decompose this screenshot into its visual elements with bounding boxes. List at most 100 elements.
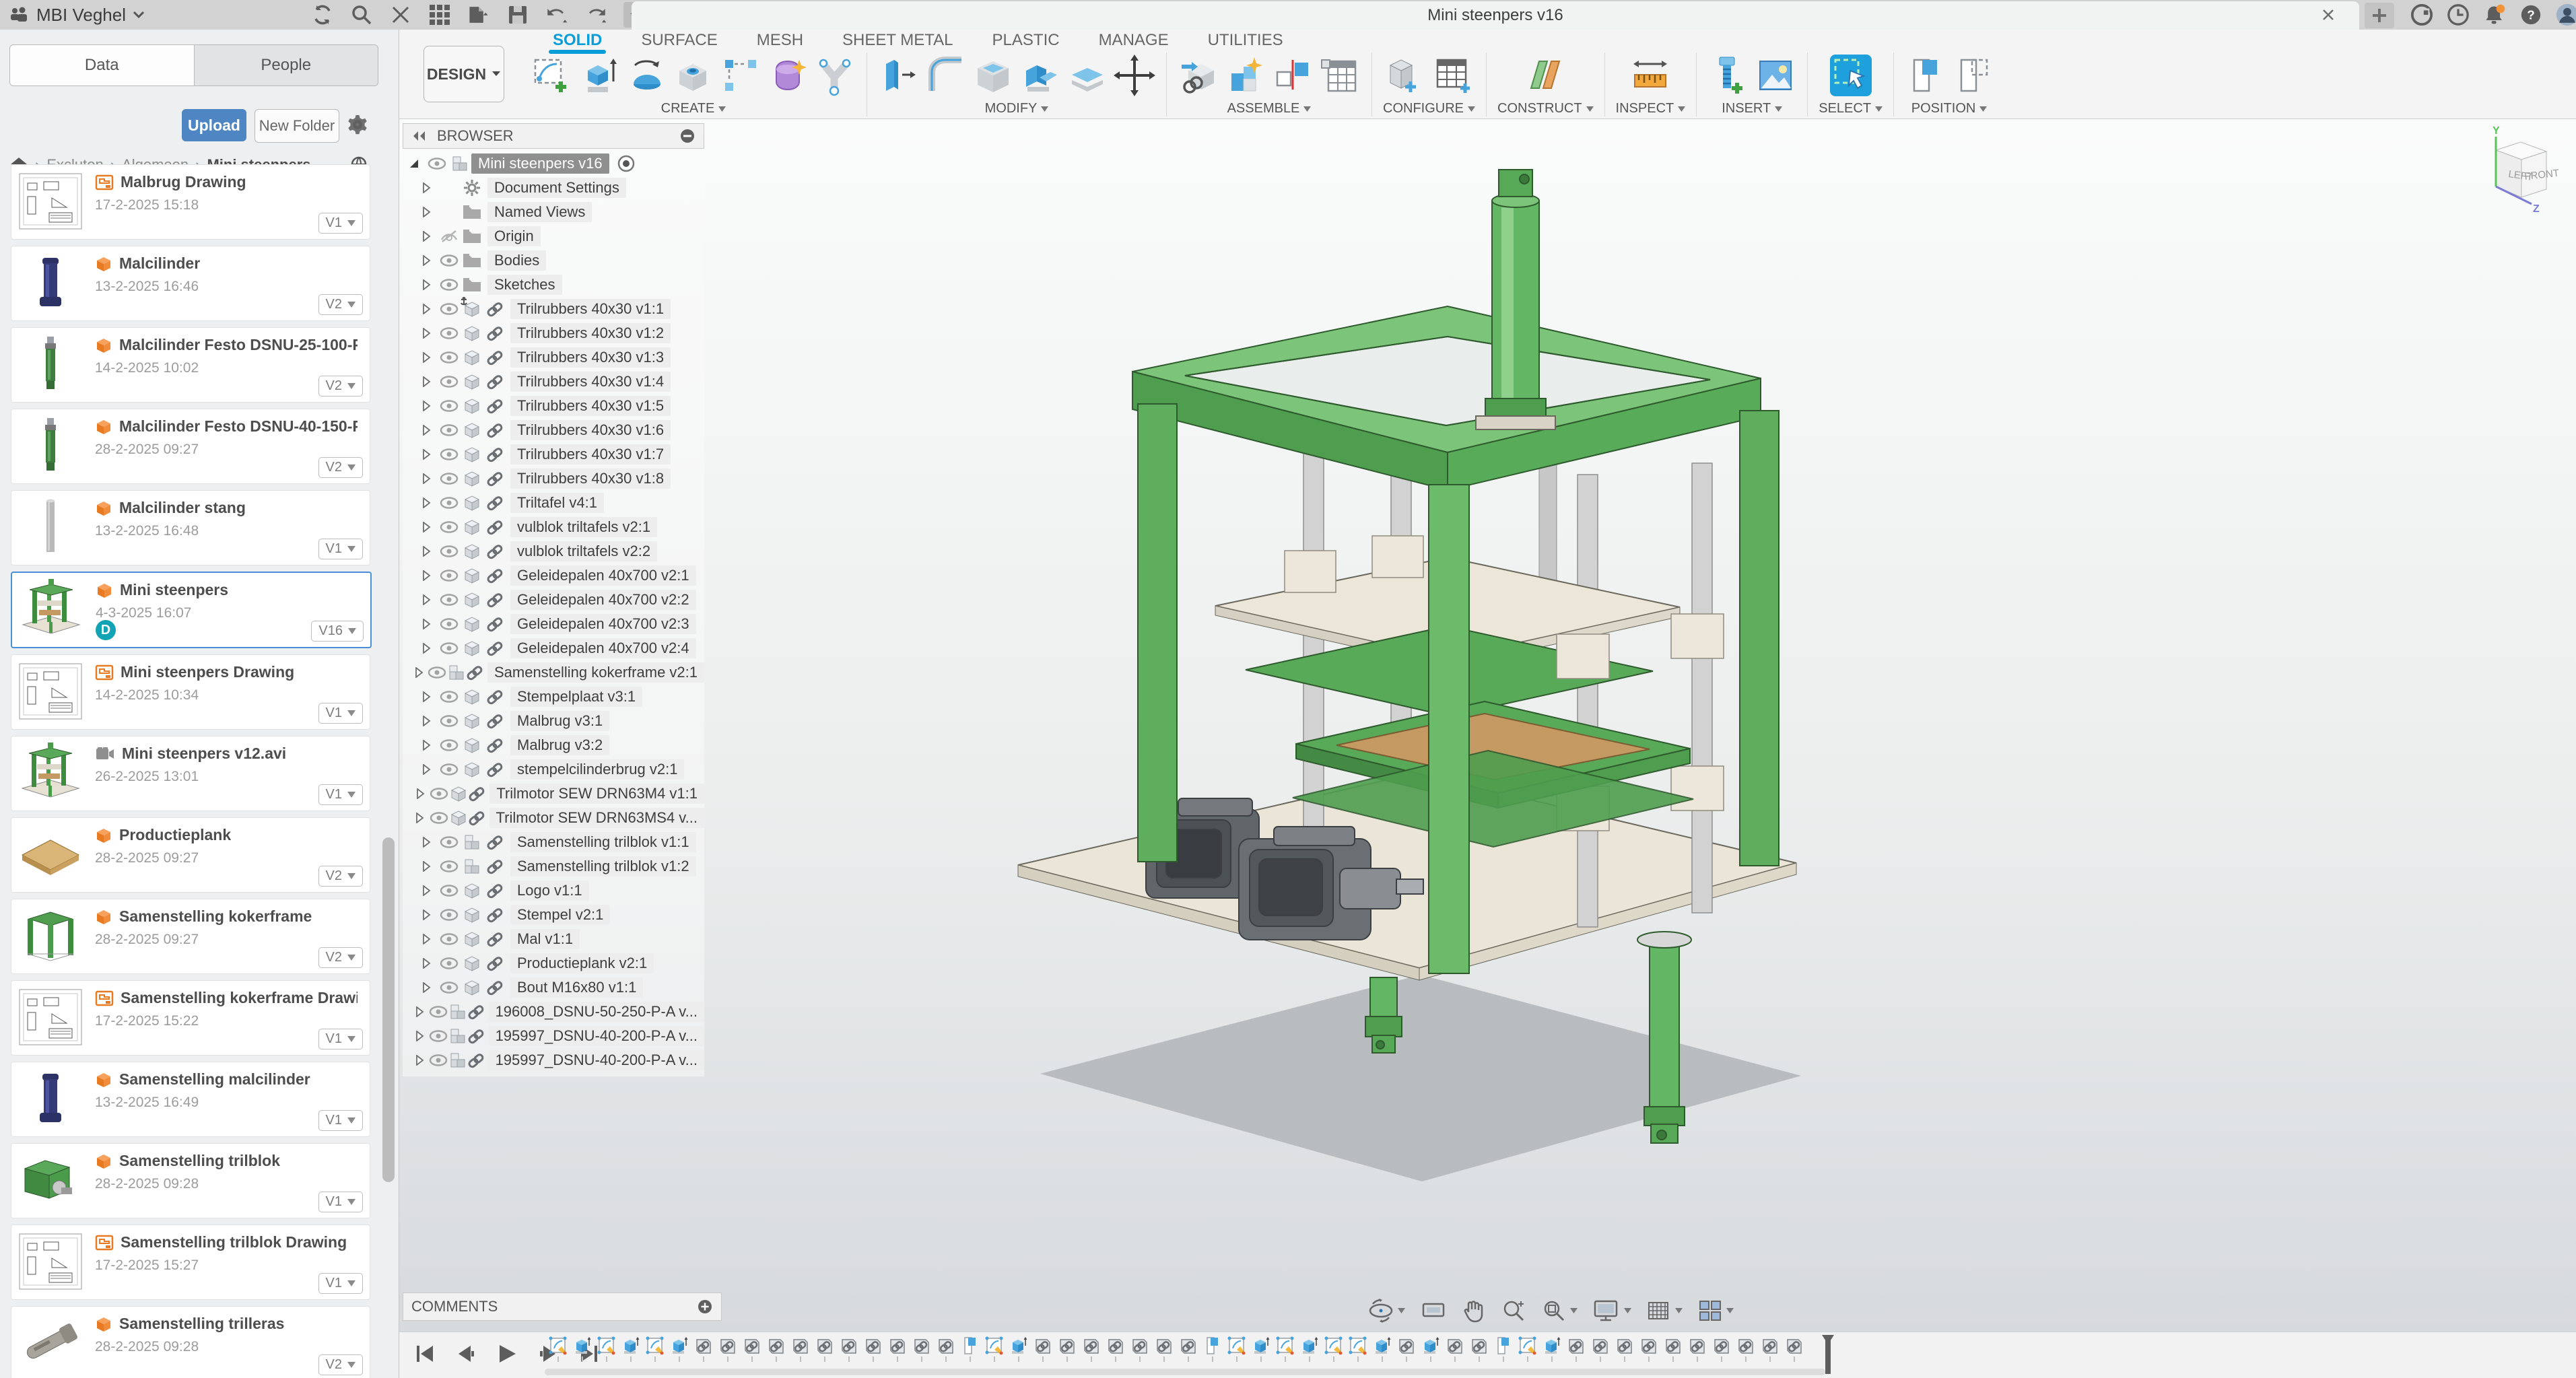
expand-arrow-icon[interactable] [415, 425, 438, 436]
version-dropdown[interactable]: V1 [318, 213, 363, 234]
hole-icon[interactable] [673, 55, 714, 96]
expand-arrow-icon[interactable] [415, 546, 438, 557]
timeline-link-feature[interactable] [888, 1336, 906, 1362]
step-back-icon[interactable] [454, 1343, 477, 1365]
expand-arrow-icon[interactable] [415, 182, 438, 193]
expand-arrow-icon[interactable] [415, 352, 438, 363]
version-dropdown[interactable]: V1 [318, 1192, 363, 1212]
expand-arrow-icon[interactable] [415, 643, 438, 654]
visibility-eye-icon[interactable] [438, 859, 461, 874]
browser-row[interactable]: Malbrug v3:2 [403, 733, 704, 757]
file-card[interactable]: Samenstelling trilleras 28-2-2025 09:28 … [11, 1306, 370, 1378]
ribbon-tab-mesh[interactable]: MESH [754, 31, 806, 51]
revolve-icon[interactable] [625, 55, 667, 96]
browser-row[interactable]: vulblok triltafels v2:2 [403, 539, 704, 563]
visibility-eye-icon[interactable] [438, 956, 461, 971]
version-dropdown[interactable]: V2 [318, 457, 363, 478]
view-cube[interactable]: LEFT FRONT Y Z [2466, 125, 2567, 219]
timeline-flag-feature[interactable] [1494, 1336, 1512, 1362]
timeline-link-feature[interactable] [791, 1336, 809, 1362]
timeline-link-feature[interactable] [1446, 1336, 1464, 1362]
browser-row[interactable]: 195997_DSNU-40-200-P-A v... [403, 1024, 704, 1048]
version-dropdown[interactable]: V2 [318, 376, 363, 397]
expand-arrow-icon[interactable] [415, 982, 438, 993]
timeline-link-feature[interactable] [1058, 1336, 1076, 1362]
timeline-link-feature[interactable] [718, 1336, 737, 1362]
browser-row[interactable]: Samenstelling trilblok v1:1 [403, 830, 704, 854]
expand-arrow-icon[interactable] [415, 231, 438, 242]
browser-row[interactable]: Trilrubbers 40x30 v1:2 [403, 321, 704, 345]
close-icon[interactable] [389, 3, 412, 26]
visibility-eye-icon[interactable] [438, 447, 461, 462]
timeline-link-feature[interactable] [743, 1336, 761, 1362]
file-card[interactable]: Malbrug Drawing 17-2-2025 15:18 V1 [11, 164, 370, 240]
version-dropdown[interactable]: V2 [318, 1354, 363, 1375]
pipe-icon[interactable] [814, 55, 856, 96]
file-card[interactable]: Samenstelling kokerframe 28-2-2025 09:27… [11, 899, 370, 974]
new-component-icon[interactable] [1225, 55, 1266, 96]
group-label[interactable]: MODIFY [985, 101, 1049, 116]
expand-arrow-icon[interactable] [411, 667, 427, 678]
file-card[interactable]: Samenstelling trilblok Drawing 17-2-2025… [11, 1225, 370, 1300]
timeline-link-feature[interactable] [1397, 1336, 1415, 1362]
visibility-eye-icon[interactable] [438, 883, 461, 898]
browser-row[interactable]: Logo v1:1 [403, 879, 704, 903]
search-icon[interactable] [350, 3, 373, 26]
tab-people[interactable]: People [195, 44, 379, 86]
browser-row[interactable]: Triltafel v4:1 [403, 491, 704, 515]
browser-row[interactable]: Geleidepalen 40x700 v2:3 [403, 612, 704, 636]
file-card[interactable]: Mini steenpers v12.avi 26-2-2025 13:01 V… [11, 736, 370, 811]
version-dropdown[interactable]: V1 [318, 1029, 363, 1049]
timeline-link-feature[interactable] [1470, 1336, 1488, 1362]
timeline-extrude-feature[interactable] [621, 1336, 640, 1362]
visibility-eye-icon[interactable] [428, 1004, 448, 1019]
file-card[interactable]: Mini steenpers 4-3-2025 16:07 D V16 [11, 572, 372, 648]
file-card[interactable]: Samenstelling trilblok 28-2-2025 09:28 V… [11, 1143, 370, 1218]
joint-icon[interactable] [1272, 55, 1314, 96]
timeline-link-feature[interactable] [1736, 1336, 1755, 1362]
new-file-icon[interactable] [467, 3, 490, 26]
timeline-link-feature[interactable] [694, 1336, 712, 1362]
browser-row[interactable]: Geleidepalen 40x700 v2:4 [403, 636, 704, 660]
browser-row[interactable]: Stempelplaat v3:1 [403, 685, 704, 709]
visibility-eye-icon[interactable] [438, 932, 461, 946]
timeline-playhead[interactable] [1825, 1336, 1831, 1374]
panel-scrollbar[interactable] [382, 837, 395, 1182]
expand-arrow-icon[interactable] [411, 813, 428, 823]
timeline-sketch-feature[interactable] [985, 1336, 1003, 1362]
redo-icon[interactable] [584, 3, 607, 26]
expand-arrow-icon[interactable] [415, 497, 438, 508]
timeline-link-feature[interactable] [1712, 1336, 1730, 1362]
timeline-extrude-feature[interactable] [670, 1336, 688, 1362]
timeline-link-feature[interactable] [1179, 1336, 1197, 1362]
grid-settings-icon[interactable] [1646, 1299, 1683, 1323]
timeline-link-feature[interactable] [1591, 1336, 1609, 1362]
3d-model[interactable] [976, 135, 1852, 1245]
expand-arrow-icon[interactable] [415, 716, 438, 726]
measure-icon[interactable] [1629, 55, 1671, 96]
timeline-link-feature[interactable] [1785, 1336, 1803, 1362]
expand-arrow-icon[interactable] [415, 909, 438, 920]
expand-arrow-icon[interactable] [415, 449, 438, 460]
file-card[interactable]: Malcilinder Festo DSNU-25-100-P-A 14-2-2… [11, 327, 370, 403]
visibility-eye-icon[interactable] [438, 423, 461, 438]
insert-fastener-icon[interactable] [1707, 55, 1749, 96]
group-label[interactable]: INSERT [1722, 101, 1782, 116]
expand-arrow-icon[interactable] [415, 255, 438, 266]
comments-bar[interactable]: COMMENTS [403, 1293, 722, 1321]
ribbon-tab-sheet-metal[interactable]: SHEET METAL [840, 31, 955, 51]
configuration-icon[interactable] [1385, 55, 1427, 96]
fillet-icon[interactable] [925, 55, 967, 96]
timeline-extrude-feature[interactable] [1009, 1336, 1027, 1362]
expand-arrow-icon[interactable] [415, 861, 438, 872]
expand-arrow-icon[interactable] [403, 158, 426, 169]
canvas-icon[interactable] [1755, 55, 1796, 96]
browser-row[interactable]: Named Views [403, 200, 704, 224]
ribbon-tab-solid[interactable]: SOLID [550, 31, 605, 51]
timeline-sketch-feature[interactable] [1227, 1336, 1246, 1362]
browser-row[interactable]: Document Settings [403, 176, 704, 200]
avatar[interactable] [2556, 3, 2576, 26]
browser-row[interactable]: Trilrubbers 40x30 v1:1 [403, 297, 704, 321]
expand-arrow-icon[interactable] [415, 328, 438, 339]
document-tab[interactable]: Mini steenpers v16 [632, 1, 2359, 30]
